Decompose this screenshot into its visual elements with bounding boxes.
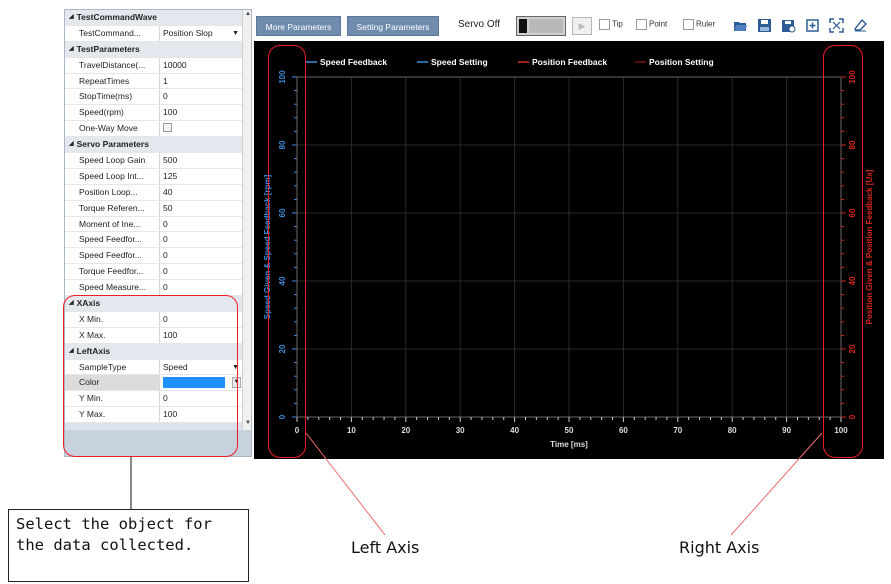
callout-line-1: Select the object for [16, 515, 212, 533]
left-axis-leader-line [305, 432, 386, 536]
callout-line-2: the data collected. [16, 536, 194, 554]
screenshot-root: ◢ TestCommandWave TestCommand... Position … [0, 0, 891, 584]
annotation-leader-lines [130, 432, 823, 536]
left-axis-label: Left Axis [351, 538, 420, 557]
callout-box: Select the object for the data collected… [8, 509, 249, 582]
right-axis-label: Right Axis [679, 538, 760, 557]
right-axis-leader-line [730, 432, 823, 536]
